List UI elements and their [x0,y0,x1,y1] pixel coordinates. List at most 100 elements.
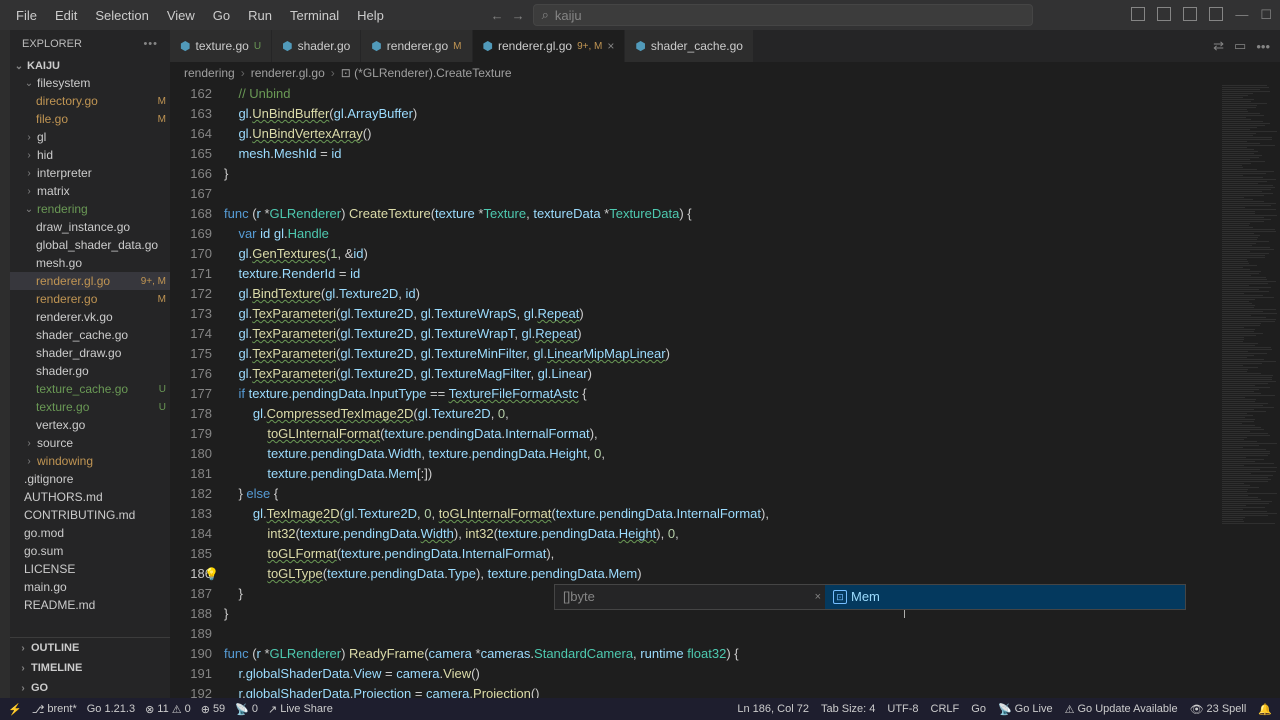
encoding[interactable]: UTF-8 [887,703,918,715]
tab-size[interactable]: Tab Size: 4 [821,703,875,715]
tree-item-interpreter[interactable]: ›interpreter [10,164,170,182]
split-icon[interactable]: ▭ [1234,38,1246,54]
breadcrumb-item[interactable]: ⊡ (*GLRenderer).CreateTexture [341,66,512,80]
go-update[interactable]: ⚠ Go Update Available [1065,703,1178,716]
tree-item-texture_cache.go[interactable]: texture_cache.goU [10,380,170,398]
more-icon[interactable]: ••• [143,38,158,50]
breadcrumb-item[interactable]: rendering [184,66,235,80]
statusbar: ⚡ brent* Go 1.21.3 ⊗ 11 ⚠ 0 ⊕ 59 📡 0 ↗ L… [0,698,1280,720]
tree-item-shader_cache.go[interactable]: shader_cache.go [10,326,170,344]
layout-icon[interactable] [1131,7,1145,21]
spell[interactable]: 👁 23 Spell [1190,703,1247,716]
menu-help[interactable]: Help [349,4,392,27]
tree-item-shader_draw.go[interactable]: shader_draw.go [10,344,170,362]
tree-item-README.md[interactable]: README.md [10,596,170,614]
menu-bar: FileEditSelectionViewGoRunTerminalHelp [8,4,392,27]
menu-selection[interactable]: Selection [87,4,156,27]
tree-item-draw_instance.go[interactable]: draw_instance.go [10,218,170,236]
tree-item-CONTRIBUTING.md[interactable]: CONTRIBUTING.md [10,506,170,524]
tree-item-renderer.gl.go[interactable]: renderer.gl.go9+, M [10,272,170,290]
layout-icon[interactable] [1183,7,1197,21]
tree-item-directory.go[interactable]: directory.goM [10,92,170,110]
chevron-right-icon: › [24,168,34,179]
tree-item-.gitignore[interactable]: .gitignore [10,470,170,488]
layout-icon[interactable] [1157,7,1171,21]
tree-item-gl[interactable]: ›gl [10,128,170,146]
close-icon[interactable]: × [607,39,614,53]
notifications-icon[interactable]: 🔔 [1258,703,1272,716]
minimap[interactable] [1220,84,1280,698]
tree-item-file.go[interactable]: file.goM [10,110,170,128]
tab-texture.go[interactable]: ⬢texture.goU [170,30,272,62]
lightbulb-icon[interactable]: 💡 [204,564,219,584]
cursor-position[interactable]: Ln 186, Col 72 [737,703,809,715]
tree-item-go.mod[interactable]: go.mod [10,524,170,542]
menu-terminal[interactable]: Terminal [282,4,347,27]
field-icon: ⊡ [833,590,847,604]
nav-back-icon[interactable]: ← [491,8,504,23]
tree-item-rendering[interactable]: ⌄rendering [10,200,170,218]
branch-indicator[interactable]: brent* [32,703,77,716]
menu-view[interactable]: View [159,4,203,27]
live-share[interactable]: ↗ Live Share [268,703,333,716]
search-text: kaiju [555,8,582,23]
chevron-down-icon: ⌄ [14,61,24,72]
tab-shader_cache.go[interactable]: ⬢shader_cache.go [625,30,754,62]
tree-item-shader.go[interactable]: shader.go [10,362,170,380]
search-icon: ⌕ [542,7,549,23]
chevron-right-icon: › [24,132,34,143]
tree-item-texture.go[interactable]: texture.goU [10,398,170,416]
go-version[interactable]: Go 1.21.3 [87,703,135,715]
activity-bar[interactable] [0,30,10,698]
menu-go[interactable]: Go [205,4,238,27]
problems[interactable]: ⊗ 11 ⚠ 0 [145,703,191,716]
breadcrumb-item[interactable]: renderer.gl.go [251,66,325,80]
tab-shader.go[interactable]: ⬢shader.go [272,30,361,62]
more-icon[interactable]: ••• [1256,39,1270,54]
ports[interactable]: ⊕ 59 [201,703,225,716]
command-center[interactable]: ⌕ kaiju [533,4,1033,26]
code-editor[interactable]: 1621631641651661671681691701711721731741… [170,84,1280,698]
section-timeline[interactable]: ›TIMELINE [10,658,170,678]
titlebar: FileEditSelectionViewGoRunTerminalHelp ←… [0,0,1280,30]
nav-forward-icon[interactable]: → [512,8,525,23]
type-hint: []byte× [555,585,825,609]
sidebar-title: EXPLORER [22,38,82,50]
tree-item-renderer.vk.go[interactable]: renderer.vk.go [10,308,170,326]
tree-item-main.go[interactable]: main.go [10,578,170,596]
menu-edit[interactable]: Edit [47,4,85,27]
section-outline[interactable]: ›OUTLINE [10,638,170,658]
autocomplete-popup: []byte× ⊡Mem [554,584,1186,610]
layout-icon[interactable] [1209,7,1223,21]
tree-item-filesystem[interactable]: ⌄filesystem [10,74,170,92]
breadcrumb[interactable]: rendering›renderer.gl.go›⊡ (*GLRenderer)… [170,62,1280,84]
tree-item-go.sum[interactable]: go.sum [10,542,170,560]
project-root[interactable]: ⌄ KAIJU [10,58,170,74]
menu-file[interactable]: File [8,4,45,27]
remote-icon[interactable]: ⚡ [8,703,22,716]
go-live[interactable]: 📡 Go Live [998,703,1053,716]
tree-item-source[interactable]: ›source [10,434,170,452]
tab-renderer.go[interactable]: ⬢renderer.goM [361,30,472,62]
tab-renderer.gl.go[interactable]: ⬢renderer.gl.go9+, M× [473,30,626,62]
chevron-right-icon: › [24,186,34,197]
language[interactable]: Go [971,703,986,715]
tree-item-windowing[interactable]: ›windowing [10,452,170,470]
tree-item-AUTHORS.md[interactable]: AUTHORS.md [10,488,170,506]
tree-item-vertex.go[interactable]: vertex.go [10,416,170,434]
tree-item-hid[interactable]: ›hid [10,146,170,164]
tree-item-renderer.go[interactable]: renderer.goM [10,290,170,308]
menu-run[interactable]: Run [240,4,280,27]
minimize-icon[interactable]: — [1235,7,1248,23]
close-icon[interactable]: × [815,587,821,607]
tree-item-mesh.go[interactable]: mesh.go [10,254,170,272]
autocomplete-item[interactable]: ⊡Mem [825,585,1185,609]
tree-item-global_shader_data.go[interactable]: global_shader_data.go [10,236,170,254]
section-go[interactable]: ›GO [10,678,170,698]
radio[interactable]: 📡 0 [235,703,258,716]
eol[interactable]: CRLF [931,703,960,715]
tree-item-matrix[interactable]: ›matrix [10,182,170,200]
tree-item-LICENSE[interactable]: LICENSE [10,560,170,578]
compare-icon[interactable]: ⇄ [1213,38,1224,54]
maximize-icon[interactable]: ☐ [1260,7,1272,23]
